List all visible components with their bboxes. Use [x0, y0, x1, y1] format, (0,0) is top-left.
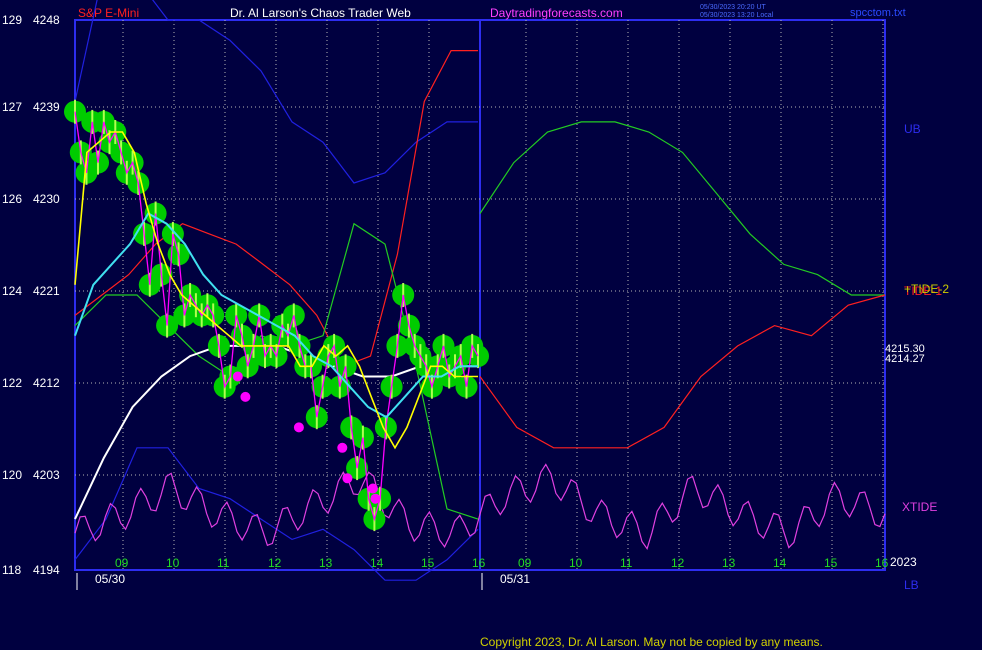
y-tick-label-inner: 118	[2, 563, 21, 577]
data-filename: spcctom.txt	[850, 7, 906, 19]
magenta-marker	[367, 483, 378, 494]
update-line-2: 05/30/2023 13:20 Local	[700, 12, 774, 19]
x-tick-label: 10	[569, 556, 583, 570]
x-tick-label: 15	[824, 556, 838, 570]
update-line-1: 05/30/2023 20:20 UT	[700, 4, 766, 11]
magenta-marker	[293, 422, 304, 433]
x-tick-label: 12	[671, 556, 685, 570]
y-tick-label-price: 4203	[33, 468, 60, 482]
y-tick-label-price: 4194	[33, 563, 60, 577]
magenta-marker	[240, 391, 251, 402]
x-date-label: 05/30	[95, 572, 125, 586]
y-tick-label-price: 4248	[33, 13, 60, 27]
x-tick-label: 10	[166, 556, 180, 570]
y-tick-label-price: 4239	[33, 100, 60, 114]
x-tick-label: 12	[268, 556, 282, 570]
y-tick-label-inner: 126	[2, 192, 22, 206]
x-tick-label: 11	[217, 556, 230, 570]
chaos-trader-chart: S&P E-Mini Dr. Al Larson's Chaos Trader …	[2, 0, 949, 649]
y-tick-label-price: 4212	[33, 376, 60, 390]
magenta-marker	[370, 493, 381, 504]
y-tick-label-inner: 127	[2, 100, 22, 114]
forecast-green-line	[479, 121, 885, 296]
x-tick-label: 13	[722, 556, 736, 570]
x-tick-label: 14	[773, 556, 787, 570]
chart-symbol: S&P E-Mini	[78, 6, 139, 20]
year-label: 2023	[890, 555, 917, 569]
magenta-marker	[342, 473, 353, 484]
y-tick-label-price: 4230	[33, 192, 60, 206]
ub-label: UB	[904, 122, 921, 136]
xtide-label: XTIDE	[902, 500, 937, 514]
x-tick-label: 09	[115, 556, 129, 570]
x-tick-label: 13	[319, 556, 333, 570]
copyright: Copyright 2023, Dr. Al Larson. May not b…	[480, 635, 823, 649]
y-tick-label-inner: 129	[2, 13, 22, 27]
magenta-marker	[337, 442, 348, 453]
magenta-marker	[232, 371, 243, 382]
site-url[interactable]: Daytradingforecasts.com	[490, 6, 623, 20]
lb-label: LB	[904, 578, 919, 592]
x-date-label: 05/31	[500, 572, 530, 586]
series-layer	[64, 0, 886, 581]
x-tick-label: 11	[620, 556, 633, 570]
x-tick-label: 16	[472, 556, 486, 570]
x-axis-labels: 09 10 11 12 13 14 15 16 09 10 11 12 13 14 15 1605/30 05/…	[76, 556, 889, 590]
y-tick-label-inner: 122	[2, 376, 22, 390]
site-title: Dr. Al Larson's Chaos Trader Web	[230, 6, 411, 20]
y-tick-label-inner: 120	[2, 468, 22, 482]
price-low-label: 4214.27	[885, 353, 925, 365]
x-tick-label: 16	[875, 556, 889, 570]
x-tick-label: 09	[518, 556, 532, 570]
y-axis-labels: 129 4248 127 4239 126 4230 124 4221 122 4212 120 42…	[2, 13, 60, 577]
y-tick-label-inner: 124	[2, 284, 22, 298]
x-tick-label: 15	[421, 556, 435, 570]
tide-label: +TIDE-2	[904, 282, 949, 296]
y-tick-label-price: 4221	[33, 284, 60, 298]
forecast-red-line	[479, 294, 886, 449]
